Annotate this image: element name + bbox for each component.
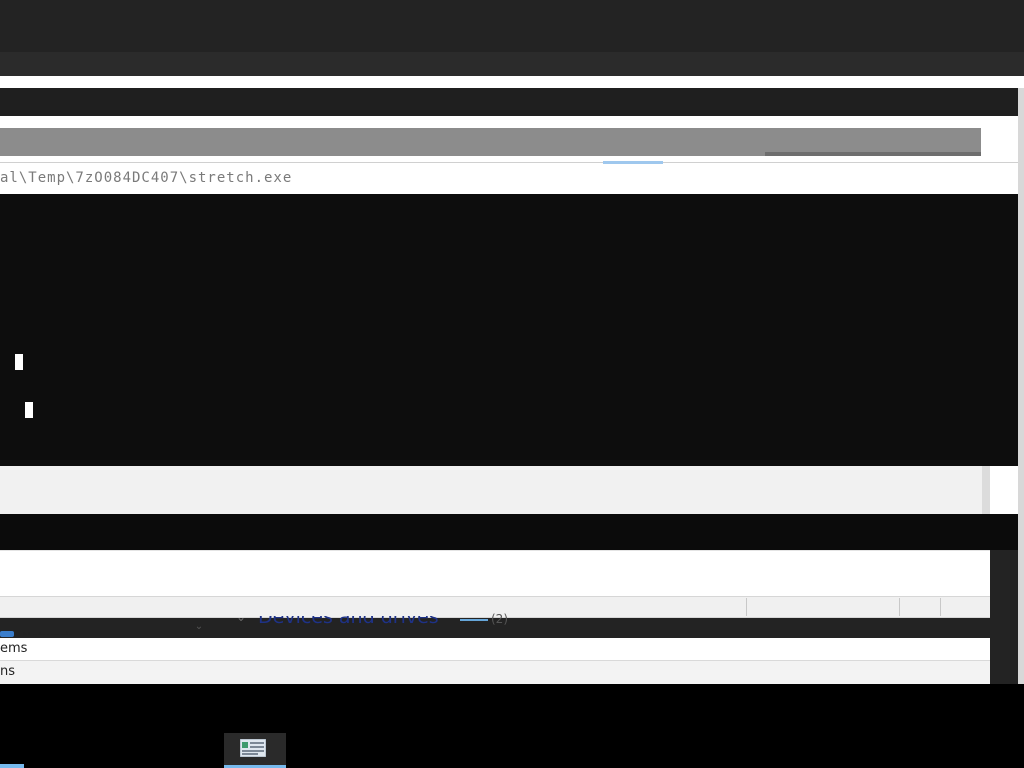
text-cursor bbox=[25, 402, 33, 418]
titlebar-shadow-line bbox=[765, 152, 981, 156]
items-count-label: ems bbox=[0, 641, 28, 656]
console-title-path: al\Temp\7zO084DC407\stretch.exe bbox=[0, 170, 293, 186]
group-heading-underline bbox=[460, 619, 488, 621]
title-highlight bbox=[603, 161, 663, 164]
file-explorer-icon[interactable] bbox=[240, 739, 266, 757]
items-row bbox=[0, 638, 990, 660]
window-header-band bbox=[0, 52, 1024, 76]
status-bar bbox=[0, 660, 990, 684]
collapse-chevron-icon[interactable]: ⌄ bbox=[190, 618, 208, 636]
start-button-accent[interactable] bbox=[0, 764, 24, 768]
window-right-edge bbox=[1018, 88, 1024, 688]
network-icon[interactable] bbox=[0, 631, 14, 637]
explorer-content-band bbox=[0, 550, 990, 596]
window-ribbon-strip bbox=[0, 76, 1024, 88]
column-separator[interactable] bbox=[746, 598, 747, 616]
taskbar bbox=[0, 684, 1024, 768]
chevron-down-icon[interactable]: ⌄ bbox=[236, 610, 246, 624]
devices-count: (2) bbox=[491, 612, 508, 626]
desktop-top-band bbox=[0, 0, 1024, 52]
explorer-toolbar-band bbox=[0, 466, 990, 514]
status-items-label: ns bbox=[0, 664, 16, 679]
column-separator[interactable] bbox=[899, 598, 900, 616]
explorer-band-edge bbox=[982, 466, 990, 514]
column-separator[interactable] bbox=[940, 598, 941, 616]
glitch-black-band bbox=[0, 514, 1018, 550]
window-dark-strip bbox=[0, 88, 1024, 116]
console-output-area[interactable] bbox=[0, 194, 1018, 466]
text-cursor bbox=[15, 354, 23, 370]
